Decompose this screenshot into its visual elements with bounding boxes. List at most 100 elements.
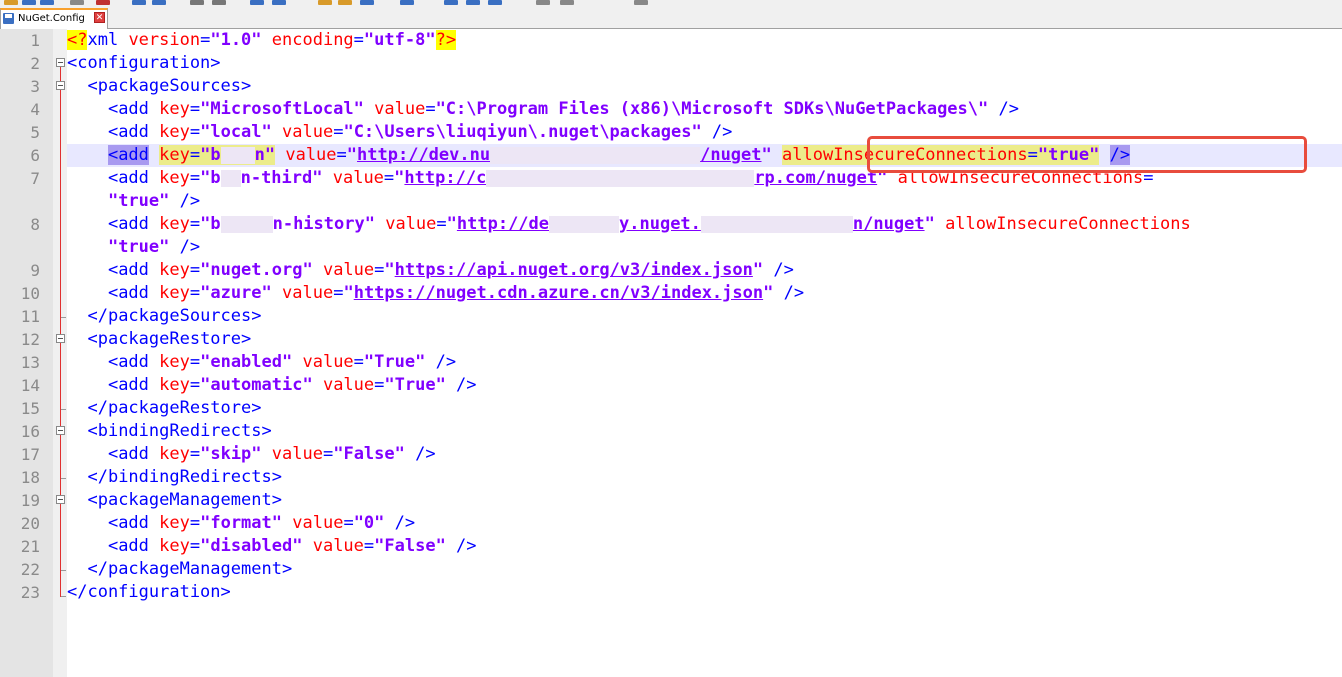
code-token: "disabled" — [200, 536, 303, 556]
xml-decl-open: <? — [67, 30, 88, 50]
fold-end-marker — [61, 478, 66, 479]
toolbar-icon[interactable] — [152, 0, 166, 5]
code-token: "b — [200, 168, 221, 188]
code-token: key — [159, 145, 190, 165]
code-token: /> — [425, 352, 457, 372]
url-link[interactable]: rp.com/nuget — [754, 168, 877, 188]
code-token: <packageRestore> — [87, 329, 252, 349]
tab-nuget-config[interactable]: NuGet.Config ✕ — [0, 8, 108, 29]
fold-toggle-icon[interactable] — [56, 426, 65, 435]
toolbar-icon[interactable] — [536, 0, 550, 5]
line-number: 7 — [30, 169, 40, 188]
code-line-wrapped: "true" /> — [67, 190, 1342, 213]
line-number: 1 — [30, 31, 40, 50]
line-number: 23 — [20, 583, 40, 602]
code-token: key — [159, 260, 190, 280]
code-token: value — [282, 122, 334, 142]
code-token: value — [282, 283, 334, 303]
toolbar-icon[interactable] — [40, 0, 54, 5]
toolbar-icon[interactable] — [400, 0, 414, 5]
toolbar-icon[interactable] — [560, 0, 574, 5]
code-token: "azure" — [200, 283, 272, 303]
code-token: /> — [773, 283, 805, 303]
code-editor[interactable]: <?xml version="1.0" encoding="utf-8"?> <… — [67, 29, 1342, 604]
code-token: = — [425, 99, 436, 119]
code-token: </packageRestore> — [87, 398, 262, 418]
toolbar-icon[interactable] — [96, 0, 110, 5]
code-token: "1.0" — [210, 30, 262, 50]
toolbar-icon[interactable] — [444, 0, 458, 5]
toolbar-icon[interactable] — [22, 0, 36, 5]
redacted-block — [220, 169, 241, 187]
code-token: key — [159, 214, 190, 234]
fold-end-marker — [61, 596, 66, 597]
url-link[interactable]: http://dev.nu — [357, 145, 490, 165]
code-line: <?xml version="1.0" encoding="utf-8"?> — [67, 29, 1342, 52]
url-link[interactable]: y.nuget. — [619, 214, 701, 234]
redacted-block — [700, 215, 853, 233]
code-token: <add — [107, 122, 160, 142]
code-token: = — [363, 536, 375, 556]
code-token: <add — [107, 99, 160, 119]
code-line: <add key="MicrosoftLocal" value="C:\Prog… — [67, 98, 1342, 121]
code-token: /> — [169, 237, 201, 257]
toolbar-icon[interactable] — [132, 0, 146, 5]
url-link[interactable]: n/nuget — [853, 214, 925, 234]
line-number: 9 — [30, 261, 40, 280]
toolbar-icon[interactable] — [634, 0, 648, 5]
fold-toggle-icon[interactable] — [56, 81, 65, 90]
code-token: " — [384, 260, 395, 280]
tab-bar: NuGet.Config ✕ — [0, 7, 1342, 29]
code-token: "b — [200, 214, 221, 234]
code-token: value — [302, 352, 354, 372]
toolbar-icon[interactable] — [360, 0, 374, 5]
code-token: n-third" — [240, 168, 323, 188]
url-link[interactable]: https://nuget.cdn.azure.cn/v3/index.json — [354, 283, 763, 303]
code-token: = — [189, 145, 201, 165]
code-line: </packageRestore> — [67, 397, 1342, 420]
code-token: "MicrosoftLocal" — [200, 99, 364, 119]
code-token: value — [271, 444, 323, 464]
code-token: key — [159, 444, 190, 464]
close-icon[interactable]: ✕ — [94, 12, 105, 23]
fold-end-marker — [61, 409, 66, 410]
url-link[interactable]: http://c — [404, 168, 486, 188]
url-link[interactable]: /nuget — [700, 145, 761, 165]
code-token: key — [159, 168, 190, 188]
toolbar-icon[interactable] — [250, 0, 264, 5]
code-token: <bindingRedirects> — [87, 421, 272, 441]
toolbar-icon[interactable] — [190, 0, 204, 5]
toolbar-icon[interactable] — [272, 0, 286, 5]
toolbar-icon[interactable] — [212, 0, 226, 5]
toolbar-icon[interactable] — [338, 0, 352, 5]
redacted-block — [220, 215, 273, 233]
code-token: = — [189, 375, 201, 395]
fold-toggle-icon[interactable] — [56, 58, 65, 67]
url-link[interactable]: https://api.nuget.org/v3/index.json — [395, 260, 753, 280]
code-token: " — [346, 145, 358, 165]
code-token: value — [332, 168, 384, 188]
code-token: "b — [200, 145, 221, 165]
fold-end-marker — [61, 317, 66, 318]
url-link[interactable]: http://de — [457, 214, 549, 234]
toolbar-icon[interactable] — [488, 0, 502, 5]
code-token: "true" — [107, 237, 170, 257]
fold-toggle-icon[interactable] — [56, 334, 65, 343]
toolbar-icon[interactable] — [318, 0, 332, 5]
toolbar-icon[interactable] — [4, 0, 18, 5]
redacted-block — [490, 146, 701, 164]
code-token: <add — [107, 168, 160, 188]
toolbar-icon[interactable] — [70, 0, 84, 5]
fold-toggle-icon[interactable] — [56, 495, 65, 504]
toolbar-icon[interactable] — [466, 0, 480, 5]
code-token: key — [159, 513, 190, 533]
code-line: <add key="disabled" value="False" /> — [67, 535, 1342, 558]
